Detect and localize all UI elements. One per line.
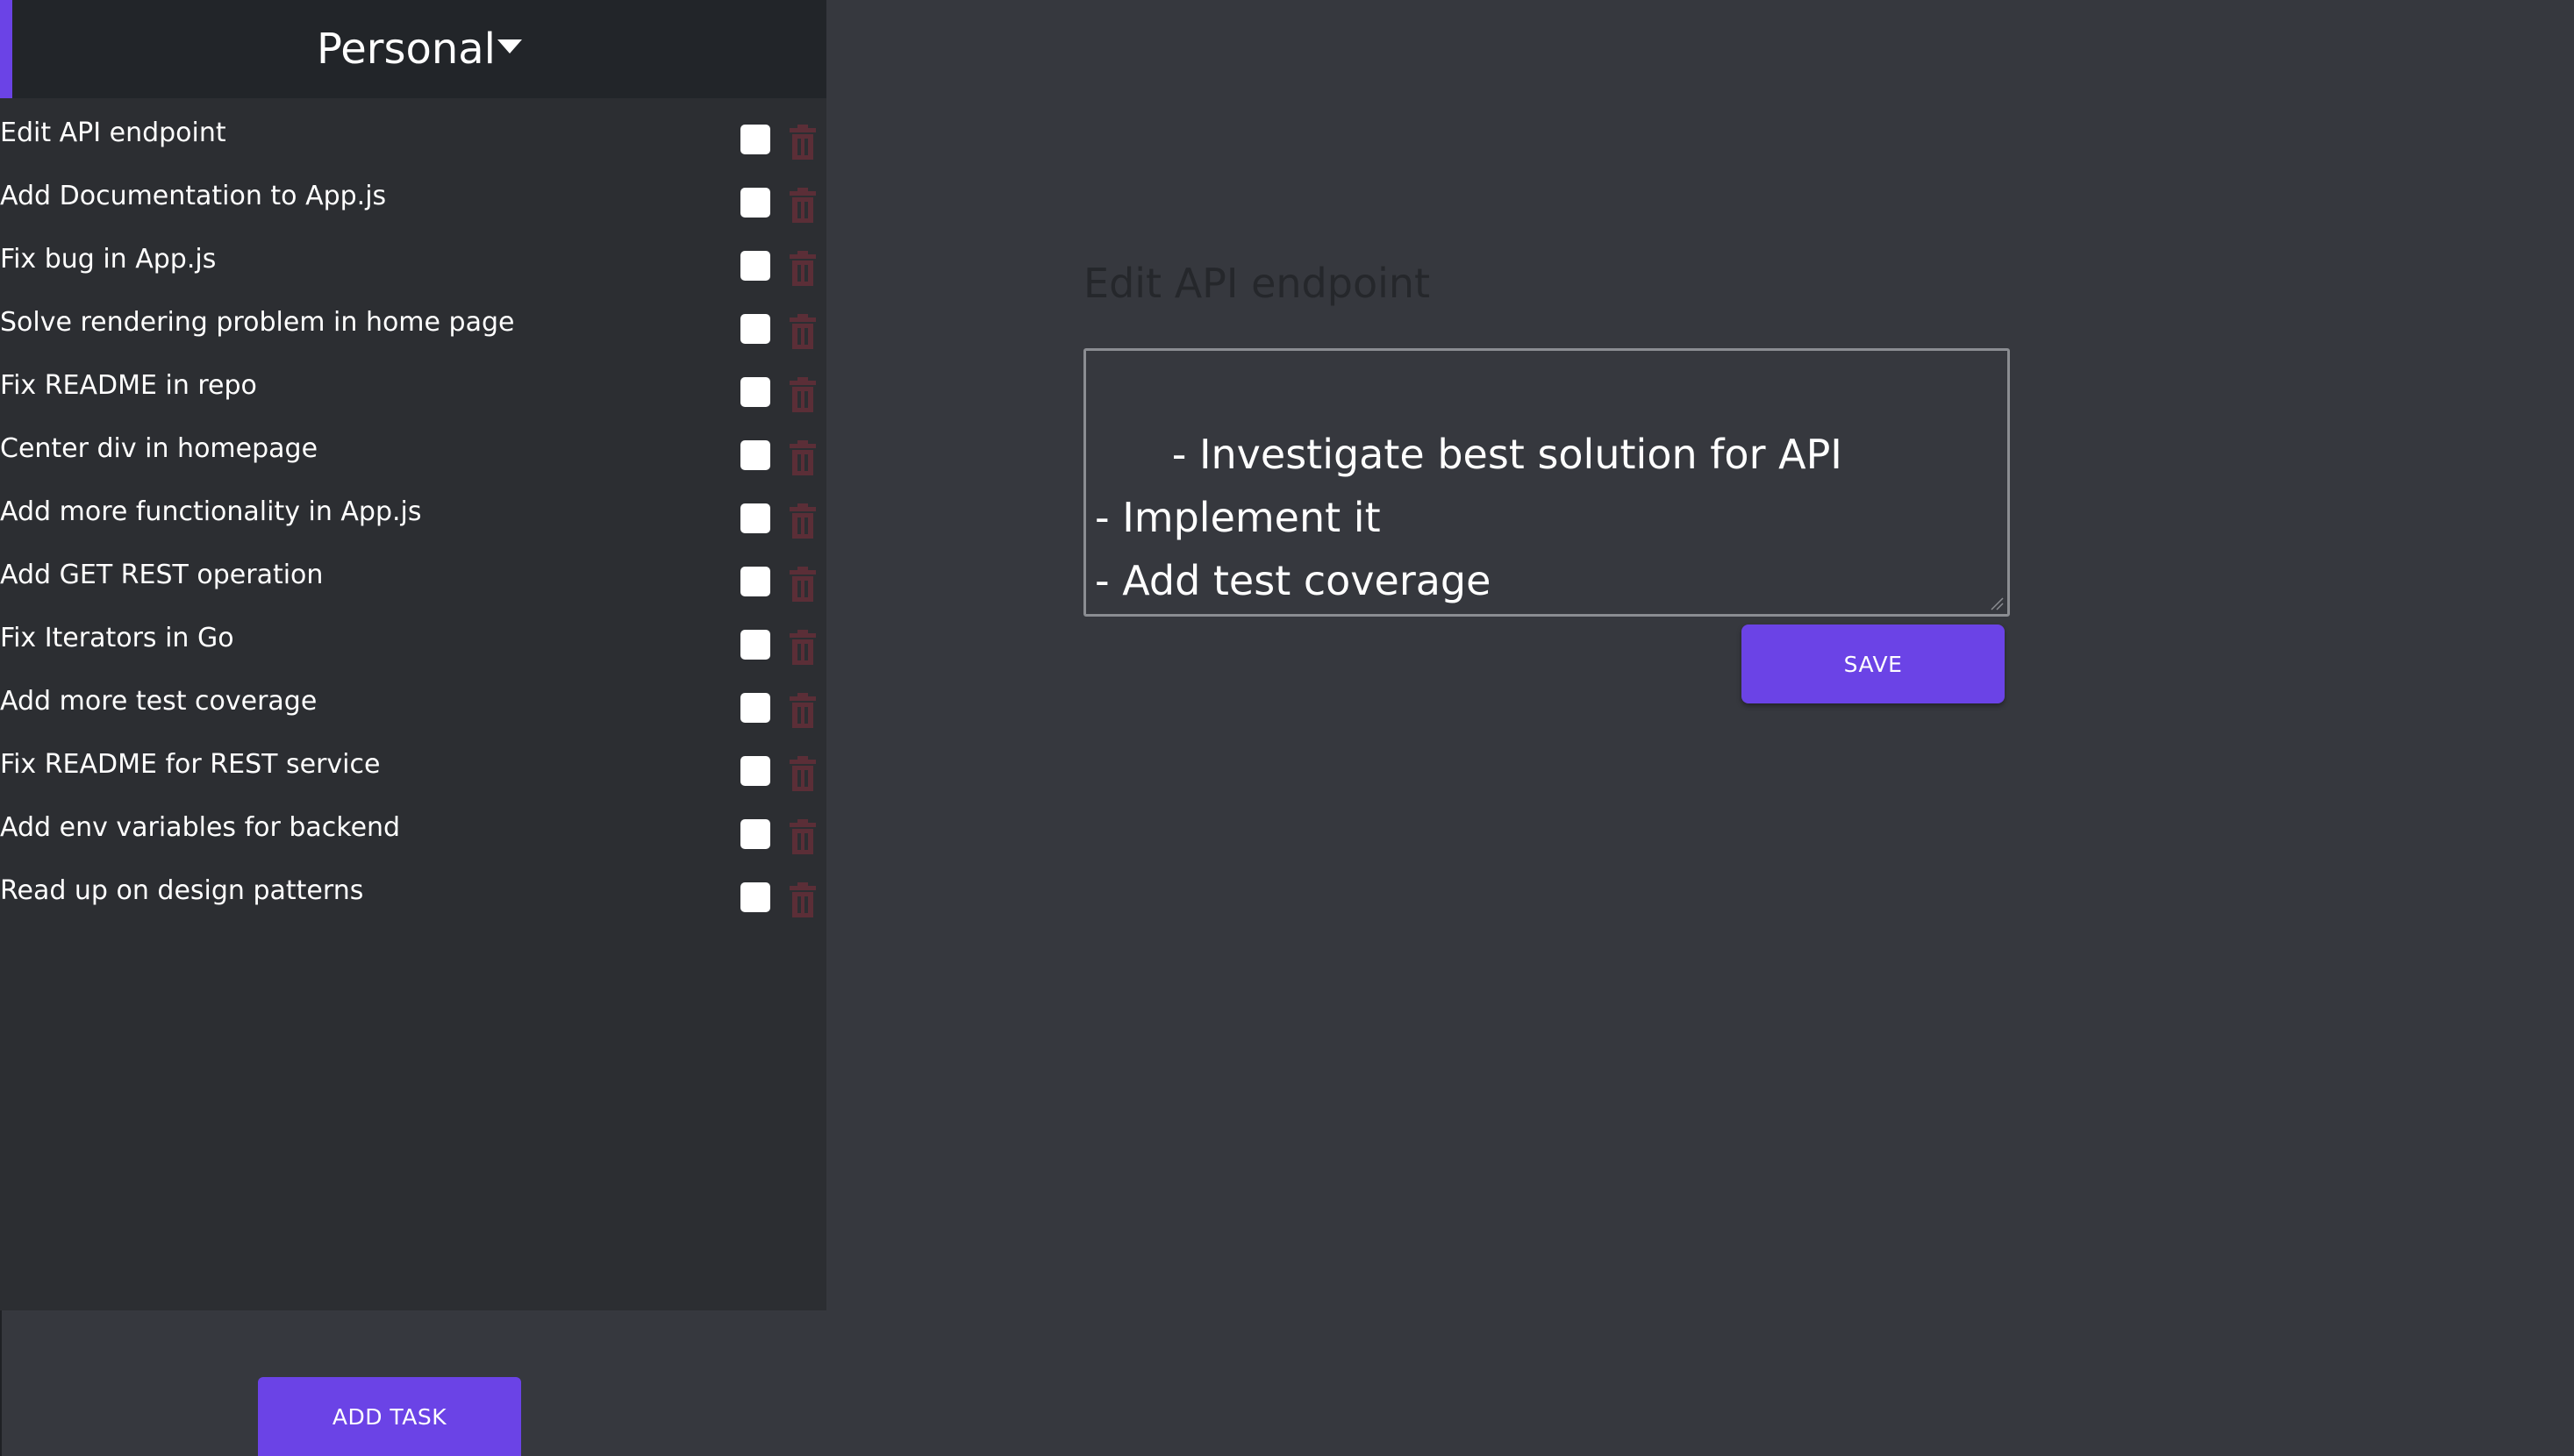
task-complete-checkbox[interactable]: [740, 567, 770, 596]
editor-title: Edit API endpoint: [1083, 260, 1431, 307]
task-complete-checkbox[interactable]: [740, 882, 770, 912]
trash-icon[interactable]: [788, 882, 818, 917]
task-row: Add GET REST operation: [0, 554, 826, 617]
task-list: Edit API endpoint Add Documentation to A…: [0, 112, 826, 933]
app-root: Personal Edit API endpoint Add Documenta…: [0, 0, 2574, 1456]
task-row: Solve rendering problem in home page: [0, 302, 826, 365]
task-title[interactable]: Read up on design patterns: [0, 875, 363, 906]
sidebar: Personal Edit API endpoint Add Documenta…: [0, 0, 826, 1310]
add-task-button[interactable]: ADD TASK: [258, 1377, 521, 1456]
task-title[interactable]: Add more test coverage: [0, 686, 317, 717]
task-row: Read up on design patterns: [0, 870, 826, 933]
task-complete-checkbox[interactable]: [740, 251, 770, 281]
resize-handle-icon[interactable]: [1990, 596, 2004, 610]
task-title[interactable]: Fix bug in App.js: [0, 244, 216, 275]
task-notes-textarea[interactable]: - Investigate best solution for API - Im…: [1083, 348, 2010, 617]
task-row: Edit API endpoint: [0, 112, 826, 175]
task-complete-checkbox[interactable]: [740, 503, 770, 533]
trash-icon[interactable]: [788, 630, 818, 665]
task-row: Add more functionality in App.js: [0, 491, 826, 554]
task-title[interactable]: Fix Iterators in Go: [0, 623, 234, 653]
trash-icon[interactable]: [788, 567, 818, 602]
task-complete-checkbox[interactable]: [740, 440, 770, 470]
task-row: Add Documentation to App.js: [0, 175, 826, 239]
trash-icon[interactable]: [788, 314, 818, 349]
task-complete-checkbox[interactable]: [740, 125, 770, 154]
trash-icon[interactable]: [788, 756, 818, 791]
trash-icon[interactable]: [788, 503, 818, 539]
trash-icon[interactable]: [788, 125, 818, 160]
task-complete-checkbox[interactable]: [740, 377, 770, 407]
trash-icon[interactable]: [788, 377, 818, 412]
task-title[interactable]: Fix README for REST service: [0, 749, 380, 780]
task-title[interactable]: Edit API endpoint: [0, 118, 226, 148]
trash-icon[interactable]: [788, 819, 818, 854]
task-complete-checkbox[interactable]: [740, 693, 770, 723]
sidebar-header: Personal: [0, 0, 826, 98]
task-title[interactable]: Add GET REST operation: [0, 560, 323, 590]
trash-icon[interactable]: [788, 440, 818, 475]
task-row: Fix bug in App.js: [0, 239, 826, 302]
task-title[interactable]: Add Documentation to App.js: [0, 181, 386, 211]
task-row: Center div in homepage: [0, 428, 826, 491]
category-dropdown[interactable]: Personal: [316, 25, 523, 74]
trash-icon[interactable]: [788, 693, 818, 728]
save-button[interactable]: SAVE: [1741, 625, 2005, 703]
task-complete-checkbox[interactable]: [740, 630, 770, 660]
task-complete-checkbox[interactable]: [740, 314, 770, 344]
task-row: Add more test coverage: [0, 681, 826, 744]
trash-icon[interactable]: [788, 251, 818, 286]
task-title[interactable]: Add more functionality in App.js: [0, 496, 422, 527]
task-notes-text: - Investigate best solution for API - Im…: [1095, 431, 1842, 604]
task-title[interactable]: Solve rendering problem in home page: [0, 307, 514, 338]
task-title[interactable]: Fix README in repo: [0, 370, 257, 401]
task-complete-checkbox[interactable]: [740, 756, 770, 786]
task-row: Fix Iterators in Go: [0, 617, 826, 681]
task-complete-checkbox[interactable]: [740, 188, 770, 218]
task-row: Fix README in repo: [0, 365, 826, 428]
task-row: Fix README for REST service: [0, 744, 826, 807]
caret-down-icon: [497, 39, 523, 54]
task-complete-checkbox[interactable]: [740, 819, 770, 849]
category-label: Personal: [316, 25, 497, 74]
trash-icon[interactable]: [788, 188, 818, 223]
task-row: Add env variables for backend: [0, 807, 826, 870]
task-title[interactable]: Add env variables for backend: [0, 812, 400, 843]
task-title[interactable]: Center div in homepage: [0, 433, 318, 464]
